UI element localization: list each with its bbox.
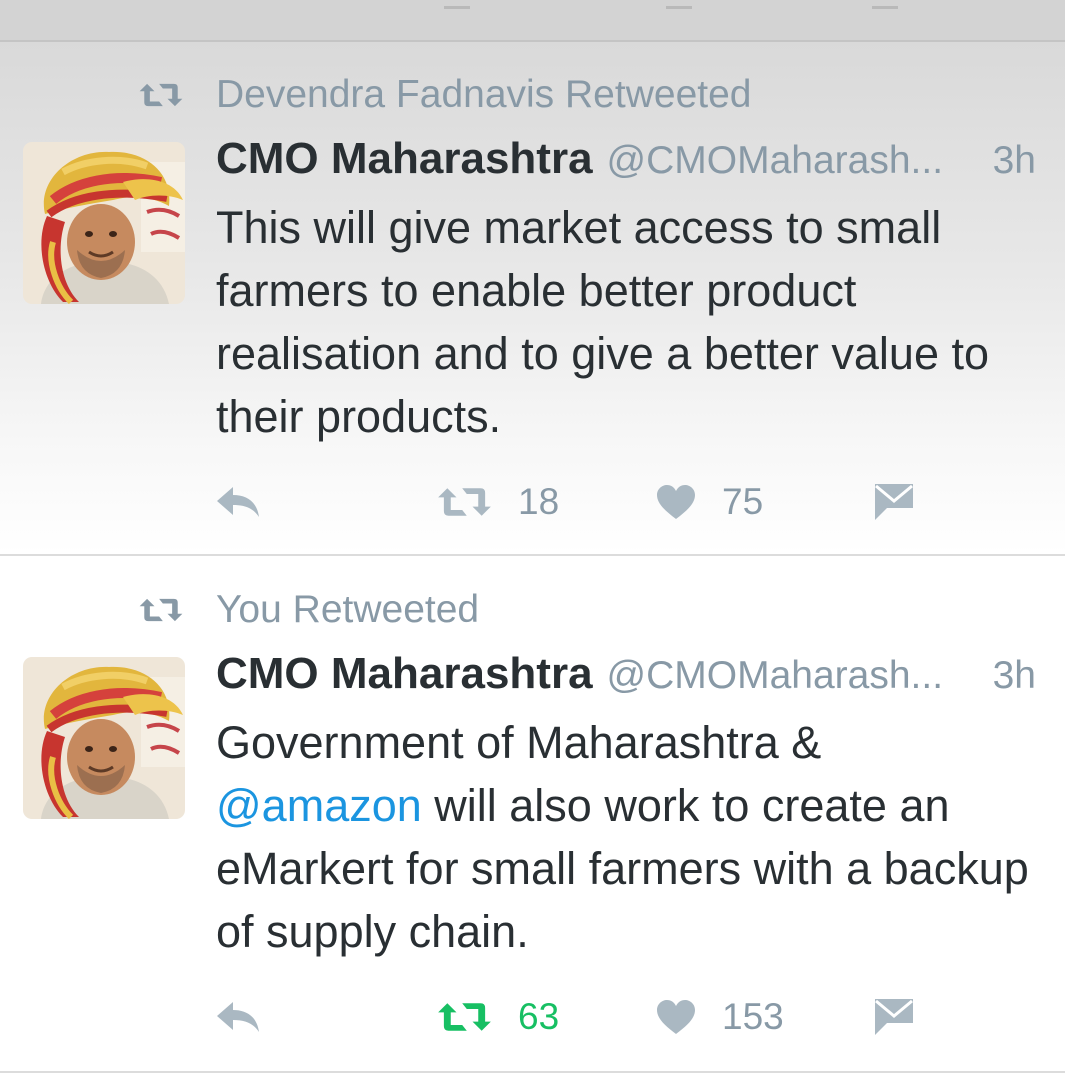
author-handle[interactable]: @CMOMaharash... (607, 139, 944, 183)
tweet-header: CMO Maharashtra @CMOMaharash... 3h (216, 134, 1036, 190)
mention-link[interactable]: @amazon (216, 780, 422, 831)
tweet-timestamp[interactable]: 3h (993, 139, 1036, 183)
tweet-header: CMO Maharashtra @CMOMaharash... 3h (216, 649, 1036, 705)
retweet-context-label: You Retweeted (216, 588, 480, 631)
heart-icon (656, 484, 696, 520)
retweet-icon (138, 597, 184, 623)
message-icon (873, 997, 915, 1037)
message-icon (873, 482, 915, 522)
direct-message-button[interactable] (873, 987, 915, 1047)
retweet-context: Devendra Fadnavis Retweeted (138, 72, 751, 118)
tweet-divider (0, 554, 1065, 556)
like-count: 153 (722, 996, 784, 1037)
author-name[interactable]: CMO Maharashtra (216, 134, 593, 184)
retweet-button[interactable]: 18 (437, 472, 559, 532)
tweet-timestamp[interactable]: 3h (993, 654, 1036, 698)
reply-icon (215, 484, 261, 520)
retweet-count: 18 (518, 481, 560, 522)
direct-message-button[interactable] (873, 472, 915, 532)
reply-icon (215, 999, 261, 1035)
reply-button[interactable] (215, 472, 261, 532)
retweet-icon (138, 82, 184, 108)
retweet-button[interactable]: 63 (437, 987, 559, 1047)
tweet-text: Government of Maharashtra & @amazon will … (216, 711, 1036, 963)
retweet-icon (437, 485, 492, 519)
author-name[interactable]: CMO Maharashtra (216, 649, 593, 699)
like-button[interactable]: 75 (656, 472, 763, 532)
tweet-text: This will give market access to small fa… (216, 202, 989, 442)
retweet-icon (437, 1000, 492, 1034)
retweet-context: You Retweeted (138, 587, 479, 633)
tweet-text-start: Government of Maharashtra & (216, 717, 822, 768)
avatar[interactable] (23, 657, 185, 819)
previous-tweet-actions-strip (0, 0, 1065, 42)
tweet-card[interactable]: You Retweeted CMO Maharashtra @CMOMahara… (0, 557, 1065, 1071)
author-handle[interactable]: @CMOMaharash... (607, 654, 944, 698)
avatar[interactable] (23, 142, 185, 304)
tweet-actions: 18 75 (0, 472, 1065, 532)
like-count: 75 (722, 481, 764, 522)
tweet-actions: 63 153 (0, 987, 1065, 1047)
tweet-card[interactable]: Devendra Fadnavis Retweeted CMO Maharash… (0, 42, 1065, 554)
like-button[interactable]: 153 (656, 987, 784, 1047)
retweet-count: 63 (518, 996, 560, 1037)
retweet-context-label: Devendra Fadnavis Retweeted (216, 73, 752, 116)
tweet-divider (0, 1071, 1065, 1073)
reply-button[interactable] (215, 987, 261, 1047)
heart-icon (656, 999, 696, 1035)
